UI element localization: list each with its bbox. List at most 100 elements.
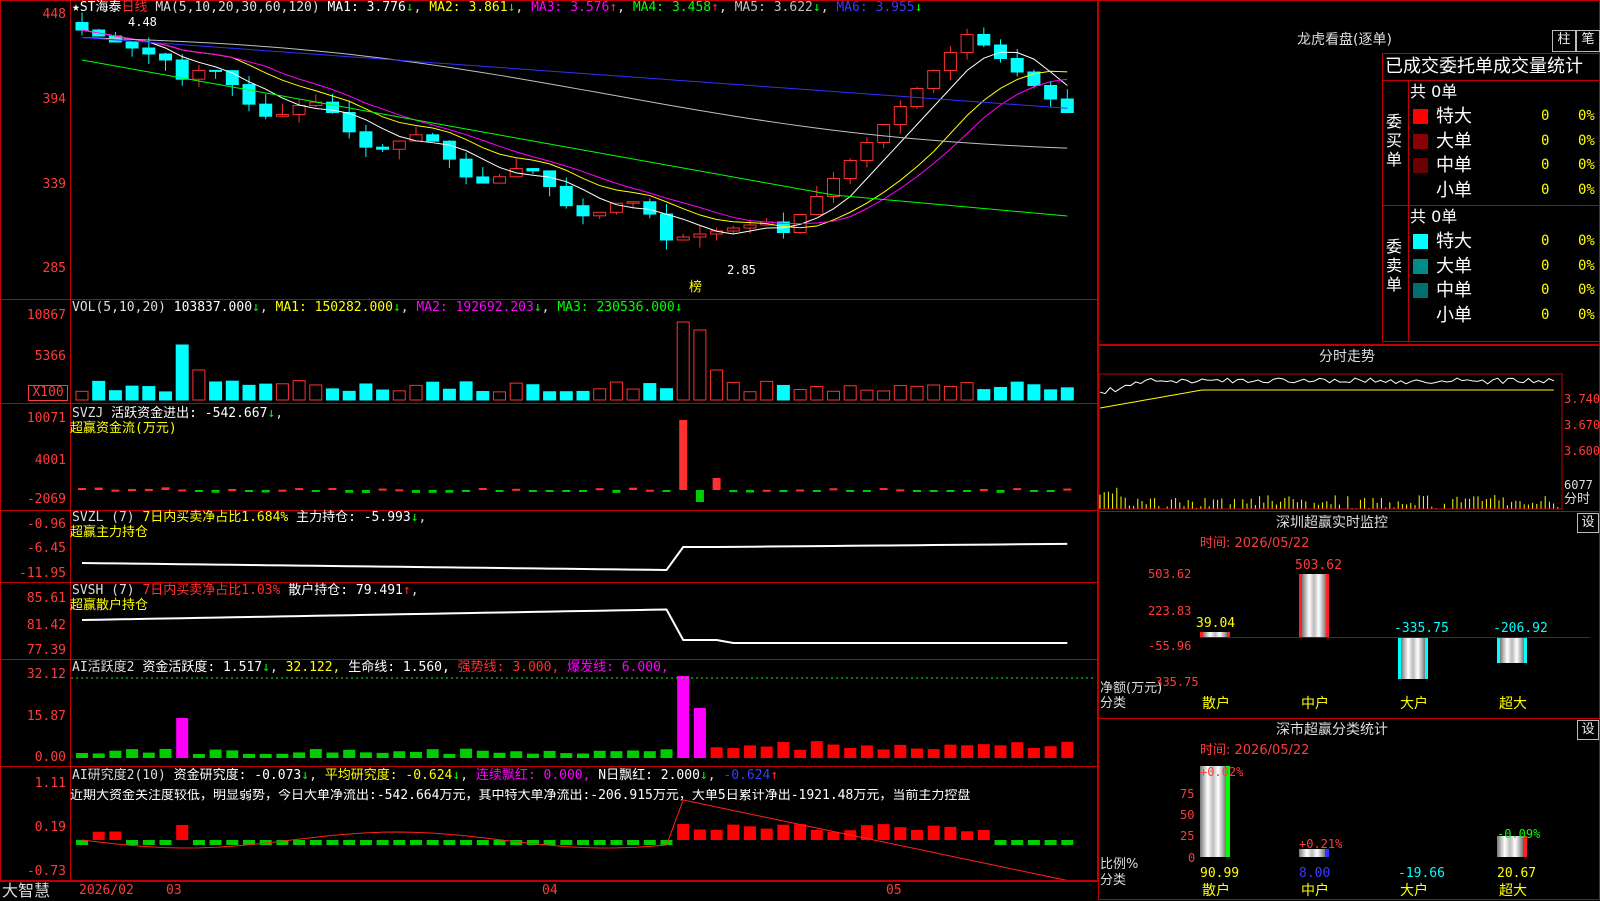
sz-monitor-cat-0: 散户 bbox=[1202, 696, 1230, 712]
svsh-axis-2: 81.42 bbox=[26, 618, 66, 633]
svsh-axis-1: 85.61 bbox=[26, 591, 66, 606]
sz-monitor-unit: 净额(万元) bbox=[1100, 681, 1163, 696]
sz-stats-bar-0 bbox=[1200, 766, 1230, 857]
vol-unit-box[interactable]: X100 bbox=[28, 385, 68, 401]
sz-monitor-bar-1 bbox=[1299, 574, 1329, 637]
ai-activity-panel[interactable] bbox=[0, 659, 1098, 767]
ai2-axis-1: 1.11 bbox=[34, 776, 66, 791]
buy-row-count-3: 0 bbox=[1541, 181, 1550, 198]
ai1-axis-1: 32.12 bbox=[26, 667, 66, 682]
ai1-title: AI活跃度2 bbox=[72, 660, 135, 675]
sell-row-swatch-2 bbox=[1413, 283, 1428, 298]
buy-row-swatch-3 bbox=[1413, 182, 1428, 198]
svzl-subtitle: 超赢主力持仓 bbox=[70, 525, 149, 540]
buy-row-pct-2: 0% bbox=[1578, 157, 1595, 173]
ma6-label: MA6: bbox=[836, 0, 868, 15]
ai-research-panel[interactable] bbox=[0, 766, 1098, 881]
sz-monitor-zero-line bbox=[1200, 637, 1590, 638]
vol-title: VOL(5,10,20) bbox=[72, 300, 166, 315]
svzj-desc: 活跃资金进出: bbox=[111, 406, 197, 421]
buy-row-name-1: 大单 bbox=[1436, 130, 1472, 152]
sell-total: 共 0单 bbox=[1410, 207, 1458, 226]
kline-axis-2: 394 bbox=[42, 92, 66, 107]
svzj-axis-2: 4001 bbox=[34, 453, 66, 468]
sell-row-swatch-3 bbox=[1413, 307, 1428, 323]
fenshi-axis-3: 3.600 bbox=[1564, 444, 1600, 458]
fenshi-panel[interactable] bbox=[1098, 345, 1600, 512]
sz-stats-settings-button[interactable]: 设 bbox=[1577, 720, 1599, 740]
buy-row-name-0: 特大 bbox=[1436, 106, 1472, 127]
svsh-axis-3: 77.39 bbox=[26, 643, 66, 658]
sz-stats-bottom-1: 8.00 bbox=[1299, 866, 1331, 881]
ai2-header: AI研究度2(10) 资金研究度: -0.073↓, 平均研究度: -0.624… bbox=[72, 768, 779, 783]
fenshi-axis-2: 3.670 bbox=[1564, 418, 1600, 432]
svzl-axis-3: -11.95 bbox=[19, 566, 66, 581]
vol-axis-1: 10867 bbox=[26, 308, 66, 323]
sz-monitor-settings-button[interactable]: 设 bbox=[1577, 513, 1599, 533]
sell-row-count-0: 0 bbox=[1541, 233, 1550, 249]
vol-ma2-label: MA2: bbox=[416, 300, 448, 315]
date-label-apr: 04 bbox=[542, 883, 558, 898]
sell-side-label: 委卖单 bbox=[1386, 237, 1403, 294]
svzl-axis-1: -0.96 bbox=[26, 517, 66, 532]
svzj-value: -542.667 bbox=[204, 406, 268, 421]
buy-row-pct-0: 0% bbox=[1578, 108, 1595, 124]
ai2-axis-3: -0.73 bbox=[26, 864, 66, 879]
sell-row-pct-1: 0% bbox=[1578, 257, 1595, 274]
lhb-tab-bar[interactable]: 柱 bbox=[1552, 30, 1576, 52]
sell-row-swatch-1 bbox=[1413, 258, 1428, 274]
svzl-axis-2: -6.45 bbox=[26, 541, 66, 556]
ai2-cont-label: 连续飘红: bbox=[475, 768, 536, 783]
y-axis-divider bbox=[70, 0, 71, 882]
ai2-avg-value: -0.624 bbox=[405, 768, 453, 783]
period-label[interactable]: 日线 bbox=[121, 0, 147, 15]
buy-row-count-1: 0 bbox=[1541, 132, 1550, 149]
sell-row-pct-0: 0% bbox=[1578, 233, 1595, 249]
svzl-value: -5.993 bbox=[363, 510, 411, 525]
bang-marker[interactable]: 榜 bbox=[689, 281, 702, 295]
sz-stats-category-label: 分类 bbox=[1100, 873, 1127, 888]
ma5-value: 3.622 bbox=[773, 0, 813, 15]
svzl-title: SVZL (7) bbox=[72, 510, 135, 525]
svzj-axis-1: 10071 bbox=[26, 411, 66, 426]
buy-row-pct-3: 0% bbox=[1578, 181, 1595, 198]
ai1-burst-value: 6.000, bbox=[621, 660, 669, 675]
ai2-nday-value: 2.000 bbox=[660, 768, 700, 783]
ma3-arrow: ↑ bbox=[609, 0, 618, 15]
ma3-label: MA3: bbox=[531, 0, 563, 15]
svsh-desc: 7日内买卖净占比1.03% bbox=[142, 583, 281, 598]
sz-monitor-axis-2: 223.83 bbox=[1148, 604, 1192, 618]
ma1-value: 3.776 bbox=[366, 0, 406, 15]
vol-ma3-label: MA3: bbox=[557, 300, 589, 315]
sz-stats-axis-2: 50 bbox=[1180, 808, 1195, 822]
ai1-v2: 32.122, bbox=[285, 660, 341, 675]
svzl-header: SVZL (7) 7日内买卖净占比1.684% 主力持仓: -5.993↓, bbox=[72, 510, 427, 525]
sz-stats-axis-4: 0 bbox=[1188, 851, 1196, 865]
lhb-side-divider bbox=[1408, 80, 1409, 342]
ai2-title: AI研究度2(10) bbox=[72, 768, 166, 783]
ma-header: MA(5,10,20,30,60,120) bbox=[155, 0, 320, 15]
ai2-nday-label: N日飘红: bbox=[598, 768, 653, 783]
vol-ma3-value: 230536.000 bbox=[596, 300, 675, 315]
ai2-desc: 资金研究度: bbox=[173, 768, 247, 783]
low-price-label: 2.85 bbox=[727, 263, 756, 277]
sell-row-name-2: 中单 bbox=[1436, 280, 1472, 301]
kline-panel[interactable] bbox=[0, 0, 1098, 300]
svsh-value: 79.491 bbox=[355, 583, 403, 598]
lhb-title: 龙虎看盘(逐单) bbox=[1297, 32, 1392, 48]
lhb-tab-tick[interactable]: 笔 bbox=[1576, 30, 1600, 52]
sz-monitor-title: 深圳超赢实时监控 bbox=[1276, 515, 1388, 531]
svsh-subtitle: 超赢散户持仓 bbox=[70, 598, 149, 613]
high-price-label: 4.48 bbox=[128, 15, 157, 29]
sz-stats-title: 深市超赢分类统计 bbox=[1276, 722, 1388, 738]
svzj-title: SVZJ bbox=[72, 406, 104, 421]
date-label-mar: 03 bbox=[166, 883, 182, 898]
sz-stats-top-1: +0.21% bbox=[1299, 837, 1343, 851]
stock-name[interactable]: ★ST海泰 bbox=[72, 0, 121, 15]
sz-monitor-cat-1: 中户 bbox=[1301, 696, 1329, 712]
ai1-axis-3: 0.00 bbox=[34, 750, 66, 765]
sell-row-name-3: 小单 bbox=[1436, 304, 1472, 326]
sz-monitor-value-2: -335.75 bbox=[1394, 621, 1449, 636]
ma5-arrow: ↓ bbox=[812, 0, 821, 15]
kline-axis-1: 448 bbox=[42, 7, 66, 22]
